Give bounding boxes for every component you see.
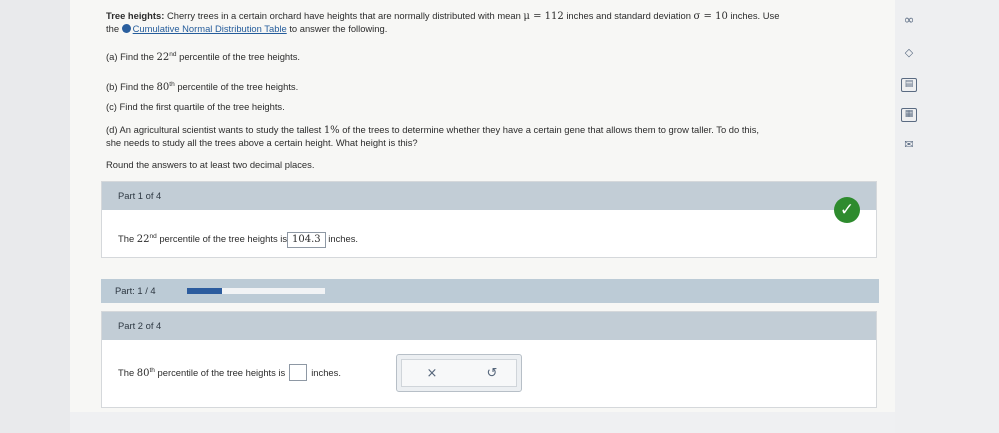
progress-fill	[187, 288, 222, 294]
progress-track	[187, 288, 325, 294]
table-icon[interactable]: ▦	[901, 108, 917, 122]
question-b: (b) Find the 80th percentile of the tree…	[106, 81, 299, 93]
problem-text: the	[106, 23, 120, 34]
infinity-icon[interactable]: ∞	[901, 14, 917, 28]
question-d: (d) An agricultural scientist wants to s…	[106, 124, 760, 148]
part-progress-bar: Part: 1 / 4	[101, 279, 879, 303]
rounding-instruction: Round the answers to at least two decima…	[106, 159, 315, 170]
problem-text: to answer the following.	[289, 23, 388, 34]
part-1-card: Part 1 of 4 ✓ The 22nd percentile of the…	[101, 181, 877, 258]
diamond-icon[interactable]: ◇	[901, 46, 917, 60]
problem-statement: Tree heights: Cherry trees in a certain …	[106, 10, 876, 35]
problem-text: Cherry trees in a certain orchard have h…	[166, 10, 521, 21]
problem-title: Tree heights:	[106, 10, 165, 21]
answer-tools-panel: × ↺	[401, 359, 517, 387]
part-1-answer: 104.3	[287, 232, 326, 248]
table-link[interactable]: Cumulative Normal Distribution Table	[133, 23, 287, 34]
problem-text: inches and standard deviation	[566, 10, 691, 21]
question-c: (c) Find the first quartile of the tree …	[106, 101, 285, 112]
right-toolbar	[895, 0, 999, 433]
part-1-statement: The 22nd percentile of the tree heights …	[118, 230, 358, 248]
sd-value: σ = 10	[693, 11, 728, 22]
part-2-answer-input[interactable]	[289, 364, 308, 381]
part-2-header: Part 2 of 4	[102, 312, 876, 340]
correct-check-icon: ✓	[834, 197, 860, 223]
clear-button[interactable]: ×	[422, 366, 442, 382]
mail-icon[interactable]: ✉	[901, 138, 917, 152]
mean-value: μ = 112	[523, 11, 564, 22]
calculator-icon[interactable]: ▤	[901, 78, 917, 92]
info-icon	[121, 24, 131, 33]
bottom-strip	[70, 412, 895, 433]
undo-button[interactable]: ↺	[482, 366, 502, 382]
part-progress-label: Part: 1 / 4	[115, 285, 156, 296]
part-2-statement: The 80th percentile of the tree heights …	[118, 362, 341, 382]
problem-text: inches. Use	[730, 10, 780, 21]
answer-tools: × ↺	[396, 354, 522, 392]
question-a: (a) Find the 22nd percentile of the tree…	[106, 51, 301, 63]
part-1-header: Part 1 of 4	[102, 182, 876, 210]
